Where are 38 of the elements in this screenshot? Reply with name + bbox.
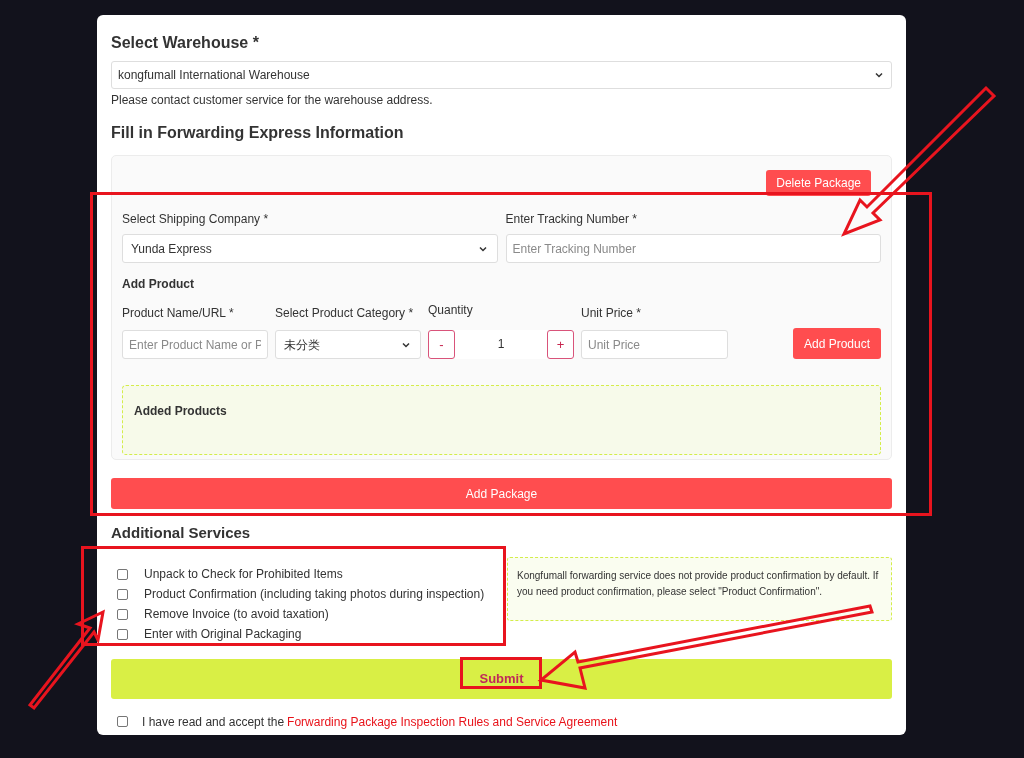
panel-heading: Added Products <box>134 404 227 418</box>
warehouse-select[interactable]: kongfumall International Warehouse <box>111 61 892 89</box>
checkbox[interactable] <box>117 628 128 640</box>
section-heading: Select Warehouse * <box>111 33 260 53</box>
section-heading: Fill in Forwarding Express Information <box>111 123 405 143</box>
help-text: Please contact customer service for the warehouse address. <box>111 92 434 109</box>
checkbox[interactable] <box>117 608 128 620</box>
checkbox[interactable] <box>117 716 128 727</box>
option-label: Remove Invoice (to avoid taxation) <box>144 606 329 623</box>
tracking-number-field[interactable]: Enter Tracking Number <box>505 234 881 263</box>
select-value: kongfumall International Warehouse <box>118 67 310 84</box>
add-product-button[interactable]: Add Product <box>792 328 881 359</box>
submit-button[interactable]: Submit <box>111 658 892 699</box>
section-heading: Additional Services <box>111 523 252 543</box>
field-label: Product Name/URL * <box>122 305 235 322</box>
agreement-link[interactable]: Forwarding Package Inspection Rules and Service Agreement <box>287 712 618 731</box>
option-label: Unpack to Check for Prohibited Items <box>144 566 343 583</box>
field-label: Select Product Category * <box>275 305 415 322</box>
field-label: Enter Tracking Number * <box>505 211 638 228</box>
select-value: 未分类 <box>284 336 320 354</box>
add-package-button[interactable]: Add Package <box>111 478 892 509</box>
field-label: Unit Price * <box>581 305 643 322</box>
select-value: Yunda Express <box>131 240 212 258</box>
checkbox[interactable] <box>117 588 128 600</box>
agreement-text: I have read and accept the <box>142 713 285 731</box>
decrement-button[interactable]: - <box>428 330 455 359</box>
increment-button[interactable]: + <box>547 330 574 359</box>
option-label: Enter with Original Packaging <box>144 626 302 643</box>
shipping-company-select[interactable]: Yunda Express <box>122 234 498 263</box>
info-note: Kongfumall forwarding service does not provide product confirmation by default. If you need product confirmation, please select "Product Confirmation". <box>507 556 892 621</box>
option-label: Product Confirmation (including taking photos during inspection) <box>144 586 485 603</box>
unit-price-field[interactable]: Unit Price <box>581 330 728 359</box>
quantity-value[interactable]: 1 <box>455 330 547 359</box>
category-select[interactable]: 未分类 <box>275 330 421 359</box>
field-label: Select Shipping Company * <box>122 211 270 228</box>
checkbox[interactable] <box>117 568 128 580</box>
subsection-heading: Add Product <box>122 276 195 293</box>
field-label: Quantity <box>428 302 474 319</box>
